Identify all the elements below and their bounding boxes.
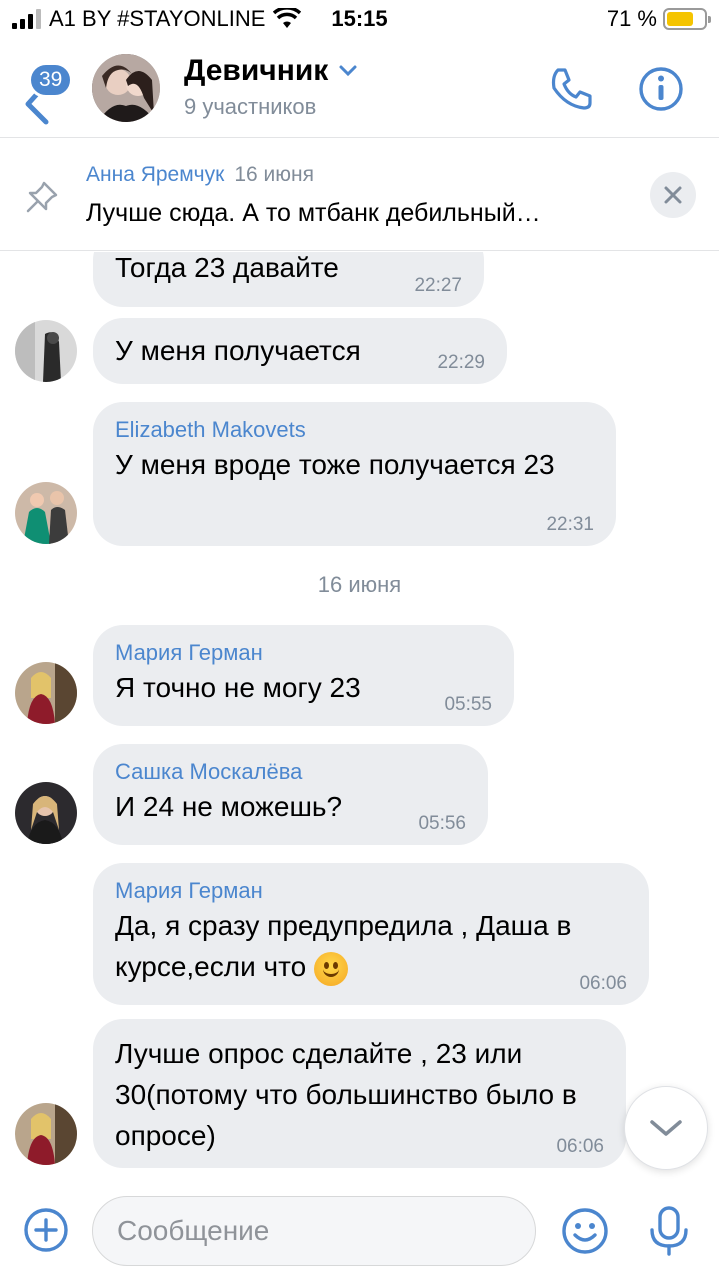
date-separator: 16 июня [317, 572, 402, 597]
chat-title-text: Девичник [184, 54, 329, 87]
add-attachment-button[interactable] [22, 1206, 70, 1254]
battery-icon [663, 8, 711, 30]
back-button[interactable]: 39 [18, 62, 78, 132]
message-feed[interactable]: Тогда 23 давайте 22:27 У меня получается… [0, 252, 719, 1180]
avatar[interactable] [15, 1103, 77, 1165]
composer [0, 1180, 719, 1280]
message-text: У меня вроде тоже получается 23 [115, 449, 555, 480]
phone-icon[interactable] [546, 64, 596, 114]
message-bubble[interactable]: Мария Герман Да, я сразу предупредила , … [93, 863, 649, 1005]
pinned-text: Лучше сюда. А то мтбанк дебильный… [86, 199, 541, 227]
emoji-icon[interactable] [560, 1206, 610, 1256]
message-time: 06:06 [556, 1136, 604, 1157]
message-bubble[interactable]: У меня получается 22:29 [93, 318, 507, 384]
chat-title[interactable]: Девичник [184, 54, 358, 88]
status-right: 71 % [606, 6, 711, 32]
pinned-author: Анна Яремчук 16 июня [86, 163, 314, 187]
message-time: 05:55 [444, 694, 492, 715]
info-icon[interactable] [636, 64, 686, 114]
chevron-down-icon [339, 65, 357, 77]
close-icon [664, 186, 682, 204]
unread-badge: 39 [28, 62, 74, 98]
avatar-photo [15, 1103, 77, 1165]
pinned-message[interactable]: Анна Яремчук 16 июня Лучше сюда. А то мтб… [0, 139, 719, 251]
pinned-author-name: Анна Яремчук [86, 163, 225, 186]
avatar-photo [92, 54, 160, 122]
message-text: У меня получается [115, 335, 361, 366]
message-bubble[interactable]: Тогда 23 давайте 22:27 [93, 252, 484, 307]
avatar-photo [15, 482, 77, 544]
message-text: Я точно не могу 23 [115, 672, 361, 703]
message-time: 22:29 [437, 352, 485, 373]
avatar-photo [15, 320, 77, 382]
close-pinned-button[interactable] [650, 172, 696, 218]
chevron-down-icon [650, 1120, 682, 1136]
battery-percent: 71 % [606, 6, 657, 31]
avatar[interactable] [15, 482, 77, 544]
microphone-icon[interactable] [646, 1204, 692, 1258]
message-time: 05:56 [418, 813, 466, 834]
avatar-photo [15, 782, 77, 844]
battery-level [667, 12, 693, 26]
avatar[interactable] [15, 320, 77, 382]
avatar[interactable] [15, 782, 77, 844]
message-author: Мария Герман [115, 640, 263, 665]
message-time: 22:31 [546, 514, 594, 535]
pin-icon [26, 181, 58, 213]
message-time: 22:27 [414, 275, 462, 296]
message-bubble[interactable]: Сашка Москалёва И 24 не можешь? 05:56 [93, 744, 488, 845]
chat-avatar[interactable] [92, 54, 160, 122]
chat-members-count: 9 участников [184, 94, 317, 119]
message-text: И 24 не можешь? [115, 791, 343, 822]
message-time: 06:06 [579, 973, 627, 994]
message-input[interactable] [92, 1196, 536, 1266]
message-bubble[interactable]: Мария Герман Я точно не могу 23 05:55 [93, 625, 514, 726]
pinned-date: 16 июня [234, 163, 314, 186]
message-text: Тогда 23 давайте [115, 252, 339, 283]
chat-header: 39 Девичник 9 участников [0, 40, 719, 138]
scroll-to-bottom-button[interactable] [624, 1086, 708, 1170]
message-author: Сашка Москалёва [115, 759, 303, 784]
message-author: Elizabeth Makovets [115, 417, 306, 442]
message-bubble[interactable]: Elizabeth Makovets У меня вроде тоже пол… [93, 402, 616, 546]
avatar-photo [15, 662, 77, 724]
status-bar: A1 BY #STAYONLINE 15:15 71 % [0, 0, 719, 40]
message-bubble[interactable]: Лучше опрос сделайте , 23 или 30(потому … [93, 1019, 626, 1168]
message-text: Да, я сразу предупредила , Даша в курсе,… [115, 905, 635, 987]
avatar[interactable] [15, 662, 77, 724]
smiling-face-emoji [313, 951, 348, 986]
message-author: Мария Герман [115, 878, 263, 903]
message-text: Лучше опрос сделайте , 23 или 30(потому … [115, 1038, 577, 1151]
